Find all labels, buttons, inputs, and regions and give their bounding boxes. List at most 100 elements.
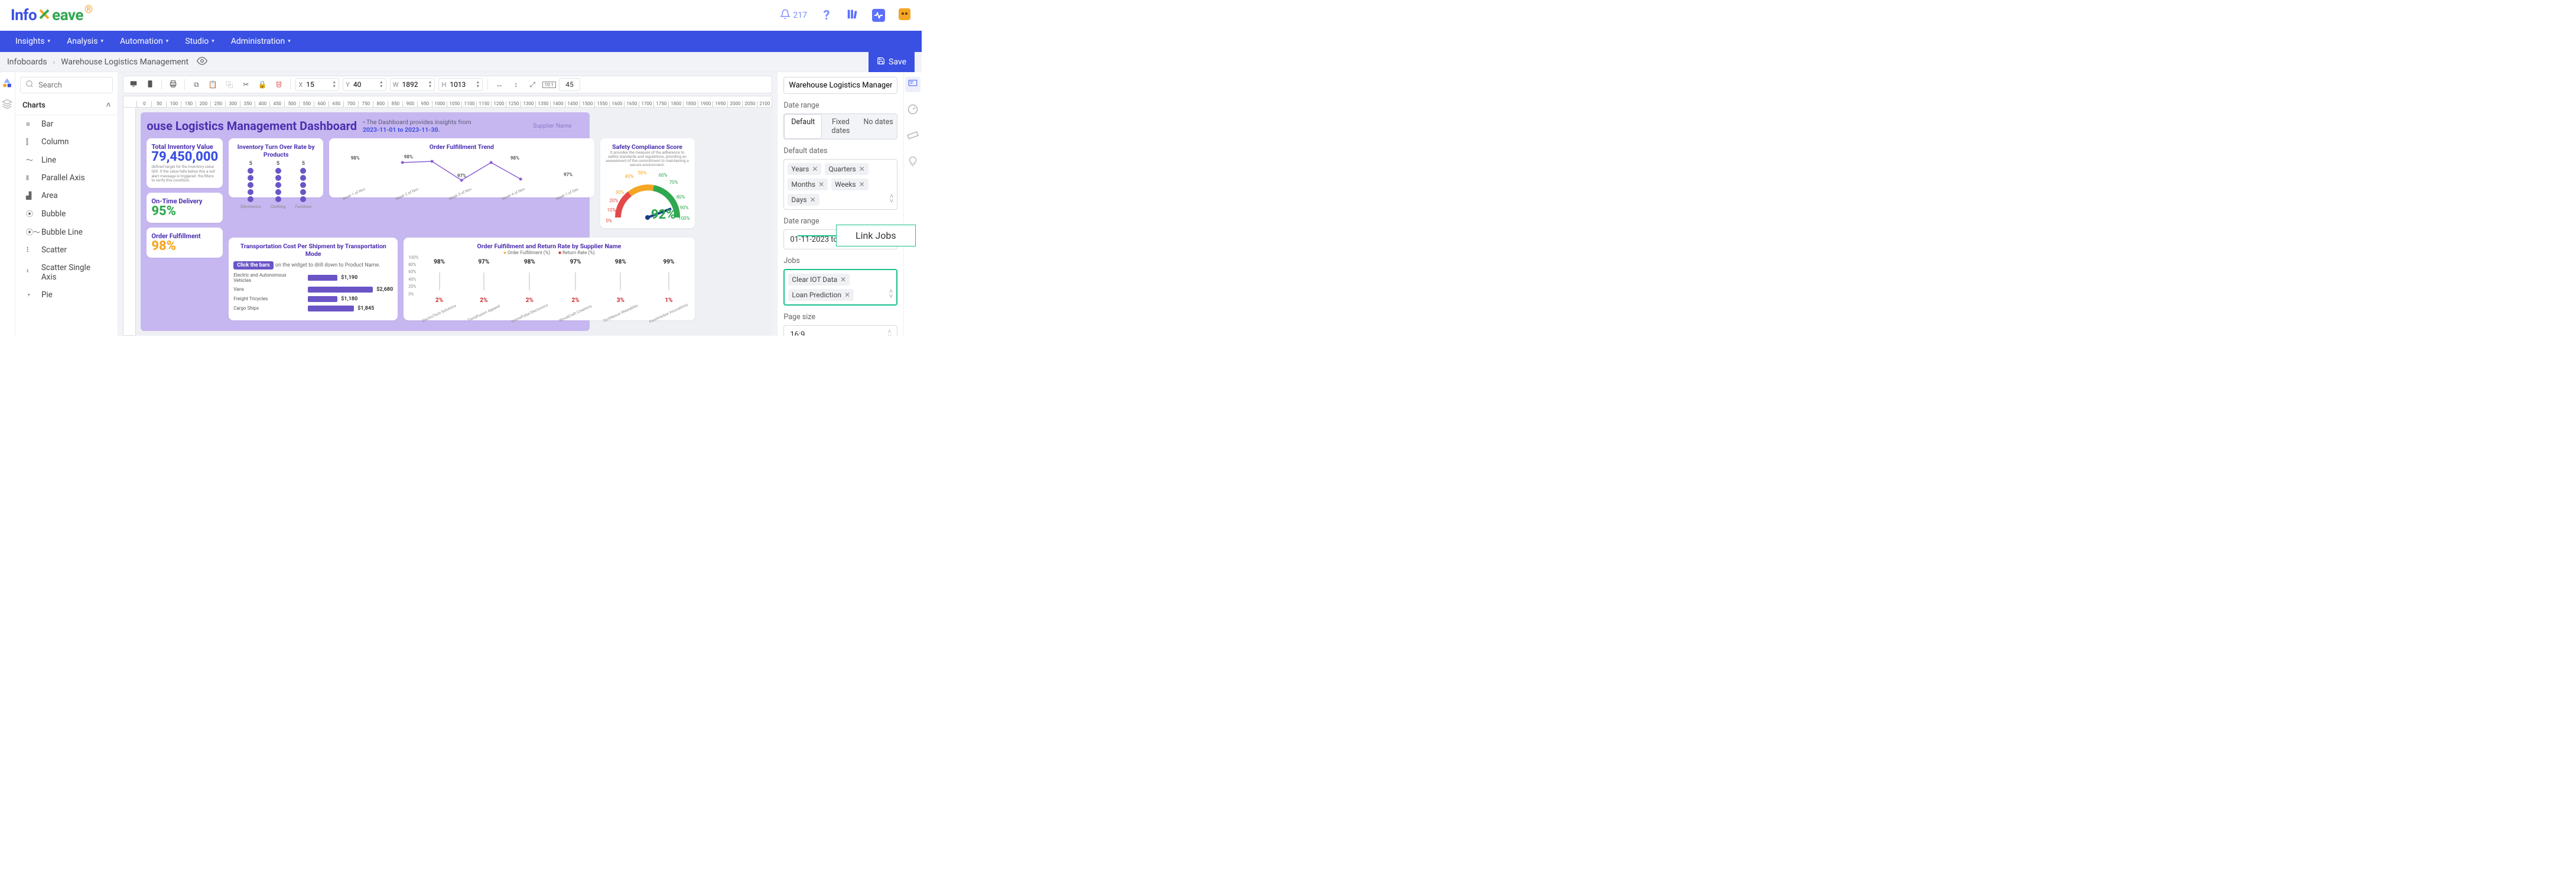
tab-default[interactable]: Default [784,114,822,139]
monitor-button[interactable] [872,9,885,22]
cut-icon: ✂ [243,80,249,89]
copy-button[interactable]: ⧉ [190,78,203,91]
aspect-button[interactable]: 10:1 [542,78,555,91]
nav-insights[interactable]: Insights▾ [7,31,58,52]
fit-height-button[interactable]: ↕ [509,78,522,91]
stepper-icon[interactable]: ▲▼ [332,80,336,89]
layers-button[interactable] [1,99,13,111]
duplicate-button[interactable]: ⿻ [223,78,236,91]
search-input[interactable] [38,81,108,90]
transport-bar-row[interactable]: Cargo Ships$1,845 [233,306,393,311]
coord-w-input[interactable] [402,80,426,89]
chart-type-scatter-single-axis[interactable]: ⠃Scatter Single Axis [15,259,118,286]
coord-h-input[interactable] [450,80,473,89]
chart-type-bubble-line[interactable]: ⦿〜Bubble Line [15,223,118,241]
print-button[interactable] [167,78,180,91]
page-size-select[interactable]: 16:9 ˄˅ [783,325,897,336]
delete-button[interactable] [272,78,285,91]
save-button[interactable]: Save [869,52,915,72]
coord-x[interactable]: X▲▼ [295,78,339,91]
rail-ruler-button[interactable] [905,129,921,144]
zoom-display[interactable]: 45 [559,78,580,91]
stepper-icon[interactable]: ˄˅ [889,194,893,206]
bell-icon [780,9,791,22]
charts-section-header[interactable]: Charts ˄ [15,96,118,115]
job-tag-loan-prediction[interactable]: Loan Prediction✕ [788,289,854,301]
chevron-down-icon: ▾ [288,38,291,44]
close-icon[interactable]: ✕ [844,291,850,299]
nav-analysis[interactable]: Analysis▾ [58,31,112,52]
question-icon: ? [824,8,830,23]
desktop-preview-button[interactable] [127,78,140,91]
paste-button[interactable]: 📋 [206,78,219,91]
nav-administration[interactable]: Administration▾ [223,31,299,52]
coord-w[interactable]: W▲▼ [390,78,435,91]
date-tag-months[interactable]: Months✕ [788,178,828,190]
nav-studio[interactable]: Studio▾ [177,31,222,52]
avatar[interactable] [898,9,911,22]
dashboard-canvas[interactable]: ouse Logistics Management Dashboard • Th… [141,112,590,331]
expand-icon: ⤢ [529,80,535,89]
date-tag-days[interactable]: Days✕ [788,194,819,206]
cut-button[interactable]: ✂ [239,78,252,91]
logo-text-left: Info [11,7,37,24]
supplier-filter-chip[interactable]: Supplier Name [521,121,584,131]
lock-button[interactable]: 🔒 [256,78,269,91]
date-range-picker[interactable]: 01-11-2023 to 31-12-2023 [783,229,897,249]
close-icon[interactable]: ✕ [840,275,846,284]
jobs-tagbox[interactable]: Clear IOT Data✕ Loan Prediction✕ ˄˅ [783,269,897,306]
chart-type-area[interactable]: ▟Area [15,187,118,204]
stepper-icon[interactable]: ▲▼ [476,80,480,89]
rail-gauge-button[interactable] [905,103,921,118]
transport-bar-row[interactable]: Vans$2,680 [233,287,393,293]
chart-type-line[interactable]: 〜Line [15,151,118,169]
date-tag-quarters[interactable]: Quarters✕ [825,163,868,175]
shapes-palette-button[interactable] [1,78,13,90]
preview-button[interactable] [197,56,207,69]
chart-type-parallel-axis[interactable]: ‖Parallel Axis [15,169,118,187]
close-icon[interactable]: ✕ [859,165,865,173]
chart-type-bubble[interactable]: ⦿Bubble [15,204,118,223]
canvas-viewport[interactable]: ouse Logistics Management Dashboard • Th… [136,108,772,336]
close-icon[interactable]: ✕ [812,165,818,173]
transport-bar-row[interactable]: Electric and Autonomous Vehicles$1,190 [233,272,393,283]
chart-type-pie[interactable]: ◔Pie [15,286,118,304]
rail-settings-button[interactable] [905,77,921,92]
help-button[interactable]: ? [820,9,833,22]
transport-bar-row[interactable]: Freight Tricycles$1,180 [233,296,393,302]
mobile-preview-button[interactable] [144,78,157,91]
coord-h[interactable]: H▲▼ [438,78,483,91]
stepper-icon[interactable]: ▲▼ [428,80,432,89]
chevron-down-icon: ▾ [212,38,214,44]
chart-type-scatter[interactable]: ⠇Scatter [15,241,118,259]
turnover-column: Clothing5 [271,161,286,209]
search-box[interactable] [20,77,113,93]
chart-type-column[interactable]: ⫿Column [15,133,118,151]
coord-y-input[interactable] [353,80,377,89]
fit-width-button[interactable]: ↔ [493,78,506,91]
board-title-input[interactable] [783,77,897,94]
close-icon[interactable]: ✕ [859,180,865,189]
library-button[interactable] [846,9,859,22]
notifications-button[interactable]: 217 [780,9,807,22]
date-tag-years[interactable]: Years✕ [788,163,821,175]
bubble-icon: ⦿ [26,209,35,219]
logo-trademark: ® [84,4,93,16]
date-tag-weeks[interactable]: Weeks✕ [831,178,869,190]
close-icon[interactable]: ✕ [810,196,816,204]
job-tag-clear-iot-data[interactable]: Clear IOT Data✕ [788,274,850,285]
expand-button[interactable]: ⤢ [526,78,539,91]
breadcrumb-root[interactable]: Infoboards [7,57,47,67]
rail-idea-button[interactable] [905,155,921,170]
close-icon[interactable]: ✕ [818,180,824,189]
coord-x-input[interactable] [306,80,330,89]
stepper-icon[interactable]: ▲▼ [379,80,383,89]
chart-type-bar[interactable]: ≡Bar [15,115,118,133]
tab-fixed-dates[interactable]: Fixed dates [822,114,860,139]
default-dates-tagbox[interactable]: Years✕ Quarters✕ Months✕Weeks✕ Days✕ ˄˅ [783,159,897,210]
logo-mark-icon [38,8,51,21]
tab-no-dates[interactable]: No dates [860,114,897,139]
stepper-icon[interactable]: ˄˅ [889,289,893,301]
nav-automation[interactable]: Automation▾ [112,31,177,52]
coord-y[interactable]: Y▲▼ [343,78,386,91]
